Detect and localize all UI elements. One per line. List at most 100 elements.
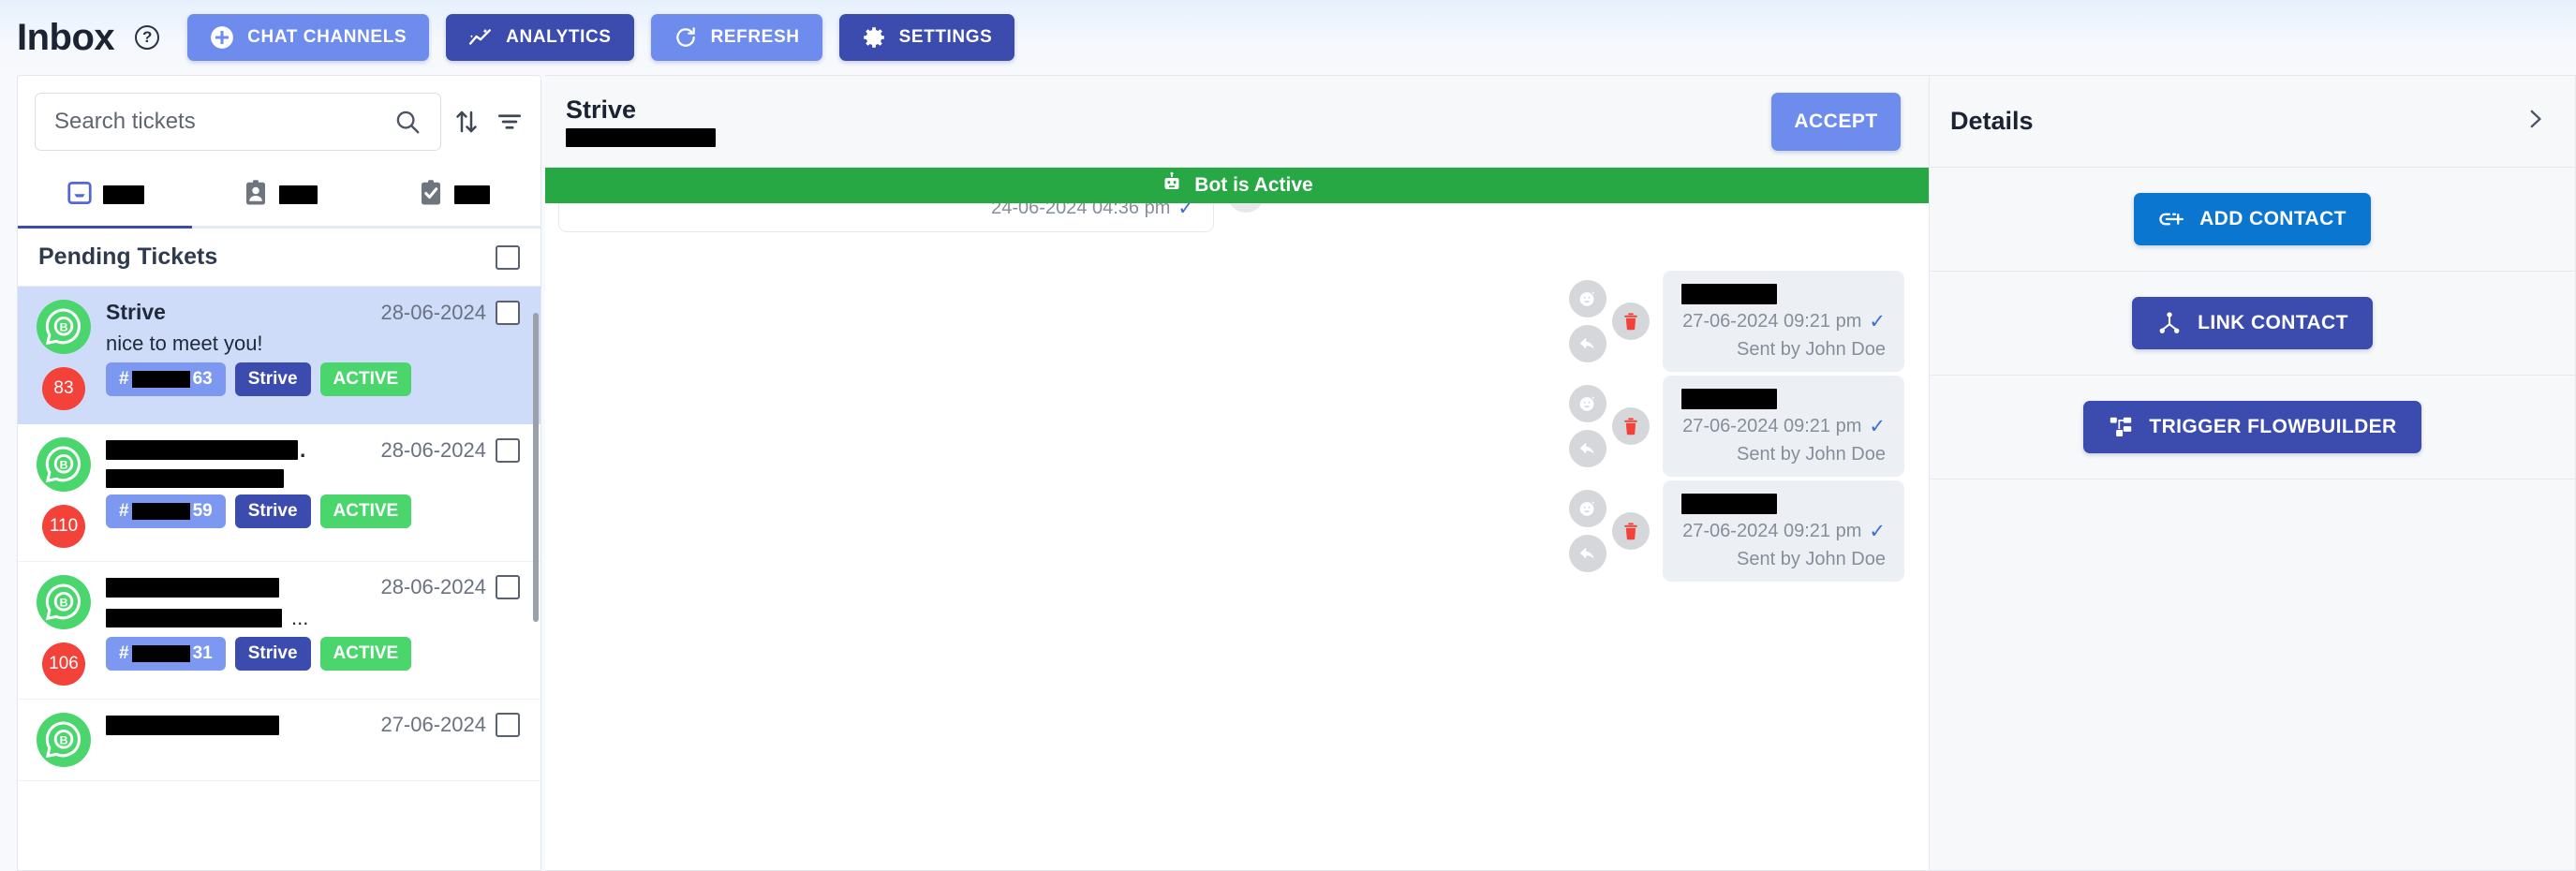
message-meta: 27-06-2024 09:21 pm ✓	[1682, 415, 1886, 438]
link-contact-button[interactable]: LINK CONTACT	[2132, 297, 2373, 349]
delivered-check-icon: ✓	[1869, 311, 1886, 332]
search-icon[interactable]	[390, 104, 425, 140]
ticket-snippet-ellipsis: ...	[291, 606, 309, 629]
trigger-flowbuilder-button[interactable]: TRIGGER FLOWBUILDER	[2083, 401, 2421, 453]
ticket-name-suffix: .	[300, 437, 306, 462]
pending-tickets-header: Pending Tickets	[18, 229, 540, 287]
analytics-sparkle-icon	[468, 25, 493, 50]
ticket-snippet-row: ...	[106, 606, 520, 630]
message-list[interactable]: 24-06-2024 04:36 pm ✓ 27-06-2024 09:21 p…	[545, 168, 1929, 870]
ticket-top-row: 28-06-2024	[106, 575, 520, 599]
conversation-identity: Strive	[566, 96, 716, 147]
message-sender: Sent by John Doe	[1737, 339, 1886, 360]
ticket-snippet-redaction	[106, 469, 284, 488]
svg-text:B: B	[60, 733, 68, 746]
add-contact-button[interactable]: ADD CONTACT	[2134, 193, 2371, 245]
delete-icon[interactable]	[1612, 407, 1650, 445]
bot-active-banner: Bot is Active	[545, 168, 1929, 203]
message-actions	[1569, 280, 1606, 362]
link-plus-icon	[2158, 206, 2184, 232]
message-text-redaction	[1681, 494, 1777, 514]
ticket-avatar-column: B 83	[35, 300, 93, 410]
reply-icon[interactable]	[1569, 325, 1606, 362]
message-actions	[1569, 385, 1606, 467]
refresh-label: REFRESH	[710, 27, 800, 47]
chevron-right-icon[interactable]	[2523, 107, 2547, 136]
ticket-checkbox[interactable]	[496, 713, 520, 737]
ticket-list[interactable]: B 83 Strive 28-06-2024 nice to meet you!	[18, 287, 540, 870]
ticket-id-prefix: #	[119, 643, 129, 663]
ticket-top-row: . 28-06-2024	[106, 437, 520, 463]
chat-channels-button[interactable]: CHAT CHANNELS	[187, 14, 430, 61]
chat-channels-label: CHAT CHANNELS	[247, 27, 407, 47]
ticket-snippet-redaction	[106, 609, 282, 627]
ticket-id-prefix: #	[119, 501, 129, 521]
settings-label: SETTINGS	[898, 27, 993, 47]
whatsapp-business-icon: B	[37, 575, 91, 629]
ticket-id-suffix: 31	[192, 643, 213, 663]
emoji-react-icon[interactable]	[1569, 280, 1606, 317]
sidebar-tab-inbox[interactable]	[18, 164, 192, 226]
list-item[interactable]: B 83 Strive 28-06-2024 nice to meet you!	[18, 287, 540, 424]
add-contact-section: ADD CONTACT	[1930, 168, 2575, 272]
accept-button[interactable]: ACCEPT	[1771, 92, 1901, 151]
ticket-checkbox[interactable]	[496, 575, 520, 599]
ticket-date: 28-06-2024	[380, 300, 486, 324]
contact-card-icon	[242, 179, 270, 212]
page-title: Inbox	[17, 16, 115, 58]
ticket-checkbox[interactable]	[496, 300, 520, 325]
ticket-avatar-column: B	[35, 713, 93, 767]
message-text-redaction	[1681, 389, 1777, 409]
reply-icon[interactable]	[1569, 535, 1606, 572]
sort-arrows-icon[interactable]	[449, 104, 484, 140]
conversation-panel: Strive ACCEPT Bot is Active 24-06-2024 0…	[545, 75, 1930, 871]
message-delete-action	[1612, 303, 1650, 340]
message-meta: 27-06-2024 09:21 pm ✓	[1682, 520, 1886, 543]
whatsapp-business-icon: B	[37, 300, 91, 354]
unread-count-badge: 106	[42, 642, 85, 686]
gear-icon	[862, 25, 886, 50]
refresh-button[interactable]: REFRESH	[650, 14, 822, 61]
top-toolbar: Inbox ? CHAT CHANNELS ANALYTICS REFRESH	[0, 0, 2576, 75]
settings-button[interactable]: SETTINGS	[838, 14, 1015, 61]
search-row	[18, 76, 540, 164]
add-contact-label: ADD CONTACT	[2199, 208, 2347, 229]
clipboard-check-icon	[417, 179, 445, 212]
message-timestamp: 27-06-2024 09:21 pm	[1682, 521, 1862, 541]
inbox-icon	[66, 179, 94, 212]
svg-text:B: B	[60, 320, 68, 333]
reply-icon[interactable]	[1569, 430, 1606, 467]
message-row: 27-06-2024 09:21 pm ✓ Sent by John Doe	[1569, 271, 1904, 372]
ticket-date: 28-06-2024	[380, 437, 486, 462]
sidebar-tab-inbox-label	[103, 185, 144, 204]
list-item[interactable]: B 27-06-2024	[18, 700, 540, 781]
whatsapp-business-icon: B	[37, 713, 91, 767]
sidebar-tab-contacts[interactable]	[192, 164, 366, 226]
select-all-checkbox[interactable]	[496, 244, 520, 270]
analytics-button[interactable]: ANALYTICS	[446, 14, 634, 61]
ticket-list-scrollbar[interactable]	[533, 313, 539, 622]
message-delete-action	[1612, 512, 1650, 550]
help-circle-icon[interactable]: ?	[135, 25, 160, 50]
search-input[interactable]	[54, 109, 390, 135]
sidebar-tab-resolved[interactable]	[366, 164, 540, 226]
list-item[interactable]: B 110 . 28-06-2024 #59 Strive ACTIVE	[18, 424, 540, 562]
status-badge-channel: Strive	[234, 495, 311, 528]
ticket-contact-name-redaction	[106, 440, 298, 460]
ticket-contact-name: Strive	[106, 300, 166, 324]
refresh-icon	[674, 25, 698, 50]
emoji-react-icon[interactable]	[1569, 490, 1606, 527]
message-bubble-outgoing: 27-06-2024 09:21 pm ✓ Sent by John Doe	[1663, 271, 1904, 372]
ticket-top-row: 27-06-2024	[106, 713, 520, 737]
list-item[interactable]: B 106 28-06-2024 ... # 31 Strive ACTIVE	[18, 562, 540, 700]
filter-icon[interactable]	[492, 104, 527, 140]
analytics-label: ANALYTICS	[506, 27, 612, 47]
message-timestamp: 27-06-2024 09:21 pm	[1682, 311, 1862, 332]
sidebar-tabs	[18, 164, 540, 229]
delete-icon[interactable]	[1612, 512, 1650, 550]
search-box[interactable]	[35, 93, 441, 151]
emoji-react-icon[interactable]	[1569, 385, 1606, 422]
delete-icon[interactable]	[1612, 303, 1650, 340]
ticket-id-prefix: #	[119, 369, 129, 389]
ticket-checkbox[interactable]	[496, 437, 520, 463]
